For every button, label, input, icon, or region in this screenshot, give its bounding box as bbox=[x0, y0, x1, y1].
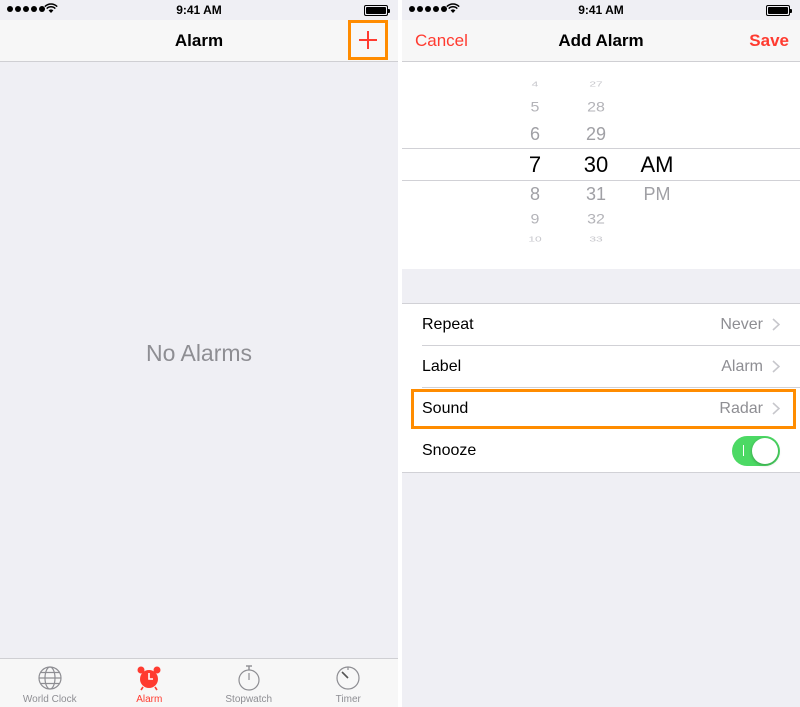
alarm-settings-list: Repeat Never Label Alarm Sound Radar Sno… bbox=[402, 303, 800, 473]
minute-option[interactable]: 31 bbox=[575, 184, 617, 205]
hour-option[interactable]: 10 bbox=[515, 235, 555, 243]
row-value: Alarm bbox=[721, 358, 763, 375]
hour-option-selected[interactable]: 7 bbox=[515, 152, 555, 178]
row-label: Snooze bbox=[422, 442, 477, 459]
tab-world-clock[interactable]: World Clock bbox=[0, 659, 100, 707]
tab-label: Timer bbox=[335, 694, 361, 705]
section-spacer bbox=[402, 269, 800, 303]
hour-option[interactable]: 5 bbox=[515, 100, 555, 115]
snooze-row: Snooze bbox=[402, 430, 800, 472]
globe-icon bbox=[38, 666, 62, 690]
chevron-right-icon bbox=[772, 360, 780, 373]
add-alarm-button[interactable] bbox=[348, 20, 388, 60]
hour-option[interactable]: 8 bbox=[515, 184, 555, 205]
toggle-on-mark bbox=[743, 445, 744, 456]
hour-wheel[interactable]: 4 5 6 7 8 9 10 bbox=[515, 62, 555, 269]
navigation-bar: Alarm bbox=[0, 20, 398, 62]
plus-icon bbox=[359, 31, 377, 49]
minute-option[interactable]: 29 bbox=[575, 124, 617, 145]
timer-icon bbox=[336, 666, 360, 690]
battery-icon bbox=[364, 5, 390, 16]
tab-bar: World Clock Alarm Stopwatch Timer bbox=[0, 658, 398, 707]
add-alarm-screen: 9:41 AM Cancel Add Alarm Save 4 5 6 7 8 … bbox=[402, 0, 800, 707]
hour-option[interactable]: 9 bbox=[515, 212, 555, 227]
hour-option[interactable]: 4 bbox=[515, 80, 555, 88]
save-button[interactable]: Save bbox=[749, 31, 789, 51]
chevron-right-icon bbox=[772, 402, 780, 415]
period-option[interactable]: PM bbox=[636, 184, 678, 205]
period-wheel[interactable]: AM PM bbox=[636, 62, 678, 269]
tab-label: World Clock bbox=[22, 694, 77, 705]
minute-option-selected[interactable]: 30 bbox=[575, 152, 617, 178]
page-title: Add Alarm bbox=[558, 31, 644, 50]
status-bar: 9:41 AM bbox=[0, 0, 398, 20]
minute-wheel[interactable]: 27 28 29 30 31 32 33 bbox=[575, 62, 617, 269]
battery-icon bbox=[766, 5, 792, 16]
status-time: 9:41 AM bbox=[578, 3, 624, 17]
snooze-toggle[interactable] bbox=[732, 436, 780, 466]
minute-option[interactable]: 32 bbox=[575, 212, 617, 227]
row-label: Repeat bbox=[422, 316, 474, 333]
period-option-selected[interactable]: AM bbox=[636, 152, 678, 178]
status-time: 9:41 AM bbox=[176, 3, 222, 17]
time-picker[interactable]: 4 5 6 7 8 9 10 27 28 29 30 31 32 33 AM P… bbox=[402, 62, 800, 269]
navigation-bar: Cancel Add Alarm Save bbox=[402, 20, 800, 62]
empty-state-message: No Alarms bbox=[145, 340, 253, 366]
page-title: Alarm bbox=[174, 31, 224, 50]
alarm-screen: 9:41 AM Alarm No Alarms World Clock Alar… bbox=[0, 0, 398, 707]
minute-option[interactable]: 33 bbox=[575, 235, 617, 243]
label-row[interactable]: Label Alarm bbox=[402, 346, 800, 388]
sound-row[interactable]: Sound Radar bbox=[410, 388, 797, 430]
repeat-row[interactable]: Repeat Never bbox=[402, 304, 800, 346]
row-label: Sound bbox=[422, 400, 469, 417]
minute-option[interactable]: 27 bbox=[575, 80, 617, 88]
tab-timer[interactable]: Timer bbox=[299, 659, 399, 707]
status-bar: 9:41 AM bbox=[402, 0, 800, 20]
row-value: Radar bbox=[719, 400, 763, 417]
row-value: Never bbox=[720, 316, 763, 333]
tab-alarm[interactable]: Alarm bbox=[100, 659, 200, 707]
alarm-clock-icon bbox=[137, 666, 161, 691]
toggle-knob bbox=[752, 438, 778, 464]
tab-stopwatch[interactable]: Stopwatch bbox=[199, 659, 299, 707]
minute-option[interactable]: 28 bbox=[575, 100, 617, 115]
stopwatch-icon bbox=[238, 665, 260, 691]
chevron-right-icon bbox=[772, 318, 780, 331]
tab-label: Alarm bbox=[136, 694, 163, 705]
tab-label: Stopwatch bbox=[225, 694, 273, 705]
hour-option[interactable]: 6 bbox=[515, 124, 555, 145]
row-label: Label bbox=[422, 358, 462, 375]
